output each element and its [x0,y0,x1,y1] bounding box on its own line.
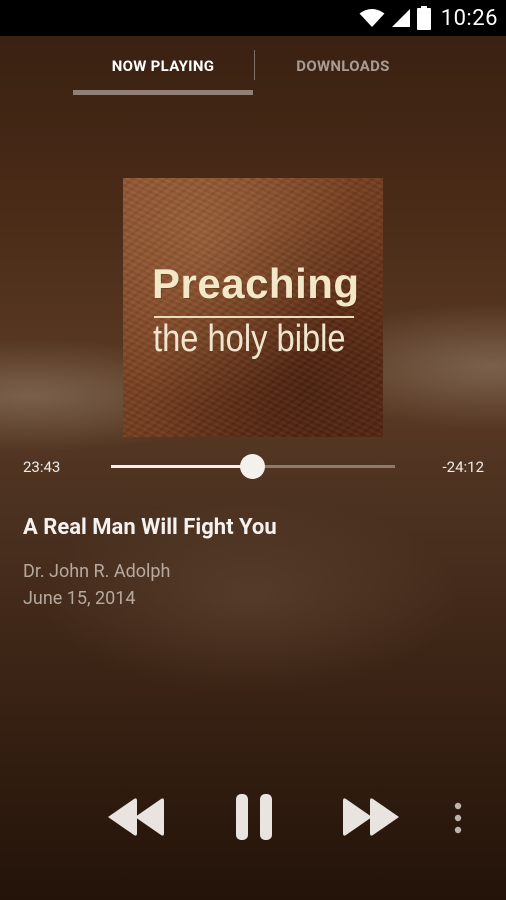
more-vert-icon [454,802,462,838]
cell-signal-icon [391,8,411,28]
fast-forward-icon [339,795,403,843]
remaining-time: -24:12 [442,458,485,476]
tab-downloads[interactable]: DOWNLOADS [256,36,430,96]
elapsed-time: 23:43 [23,458,61,476]
pause-icon [233,793,275,845]
album-art-subtitle: the holy bible [153,318,346,360]
wifi-icon [359,8,385,28]
album-art-title: Preaching [152,260,360,307]
status-time: 10:26 [440,5,498,31]
seek-bar[interactable] [111,454,395,479]
album-art: Preaching the holy bible [123,178,383,437]
pause-button[interactable] [230,793,278,845]
status-bar: 10:26 [0,0,506,36]
tab-now-playing[interactable]: NOW PLAYING [73,36,253,96]
seek-bar-thumb[interactable] [239,454,265,479]
track-artist: Dr. John R. Adolph [23,561,171,582]
tab-active-indicator [73,90,253,95]
seek-bar-progress [111,465,252,468]
more-options-button[interactable] [448,800,468,840]
tab-bar: NOW PLAYING DOWNLOADS [0,36,506,96]
track-date: June 15, 2014 [23,588,136,609]
battery-icon [416,6,431,30]
track-title: A Real Man Will Fight You [23,515,277,540]
rewind-icon [104,795,168,843]
fast-forward-button[interactable] [338,795,404,843]
rewind-button[interactable] [103,795,169,843]
tab-divider [254,50,255,80]
